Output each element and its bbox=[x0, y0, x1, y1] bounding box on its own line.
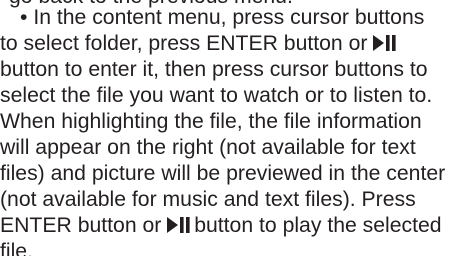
text-line-5: When highlighting the file, the file inf… bbox=[0, 110, 422, 133]
bullet: • bbox=[20, 6, 28, 29]
text-span: ENTER button or bbox=[0, 214, 162, 237]
text-line-6: will appear on the right (not available … bbox=[0, 136, 416, 159]
text-line-1: • In the content menu, press cursor butt… bbox=[20, 5, 424, 31]
text-line-8: (not available for music and text files)… bbox=[0, 188, 416, 211]
text-line-9: ENTER button or button to play the selec… bbox=[0, 213, 442, 239]
text-line-10: file. bbox=[0, 240, 33, 256]
text-line-4: select the file you want to watch or to … bbox=[0, 84, 433, 107]
text-span: In the content menu, press cursor button… bbox=[33, 6, 425, 29]
text-line-7: files) and picture will be previewed in … bbox=[0, 162, 446, 185]
text-span: to select folder, press ENTER button or bbox=[0, 32, 368, 55]
text-line-3: button to enter it, then press cursor bu… bbox=[0, 58, 428, 81]
text-line-2: to select folder, press ENTER button or bbox=[0, 31, 400, 57]
play-pause-icon bbox=[167, 216, 191, 234]
play-pause-icon bbox=[373, 34, 397, 52]
text-span: button to play the selected bbox=[194, 214, 442, 237]
manual-page: go back to the previous menu. • In the c… bbox=[0, 0, 461, 256]
